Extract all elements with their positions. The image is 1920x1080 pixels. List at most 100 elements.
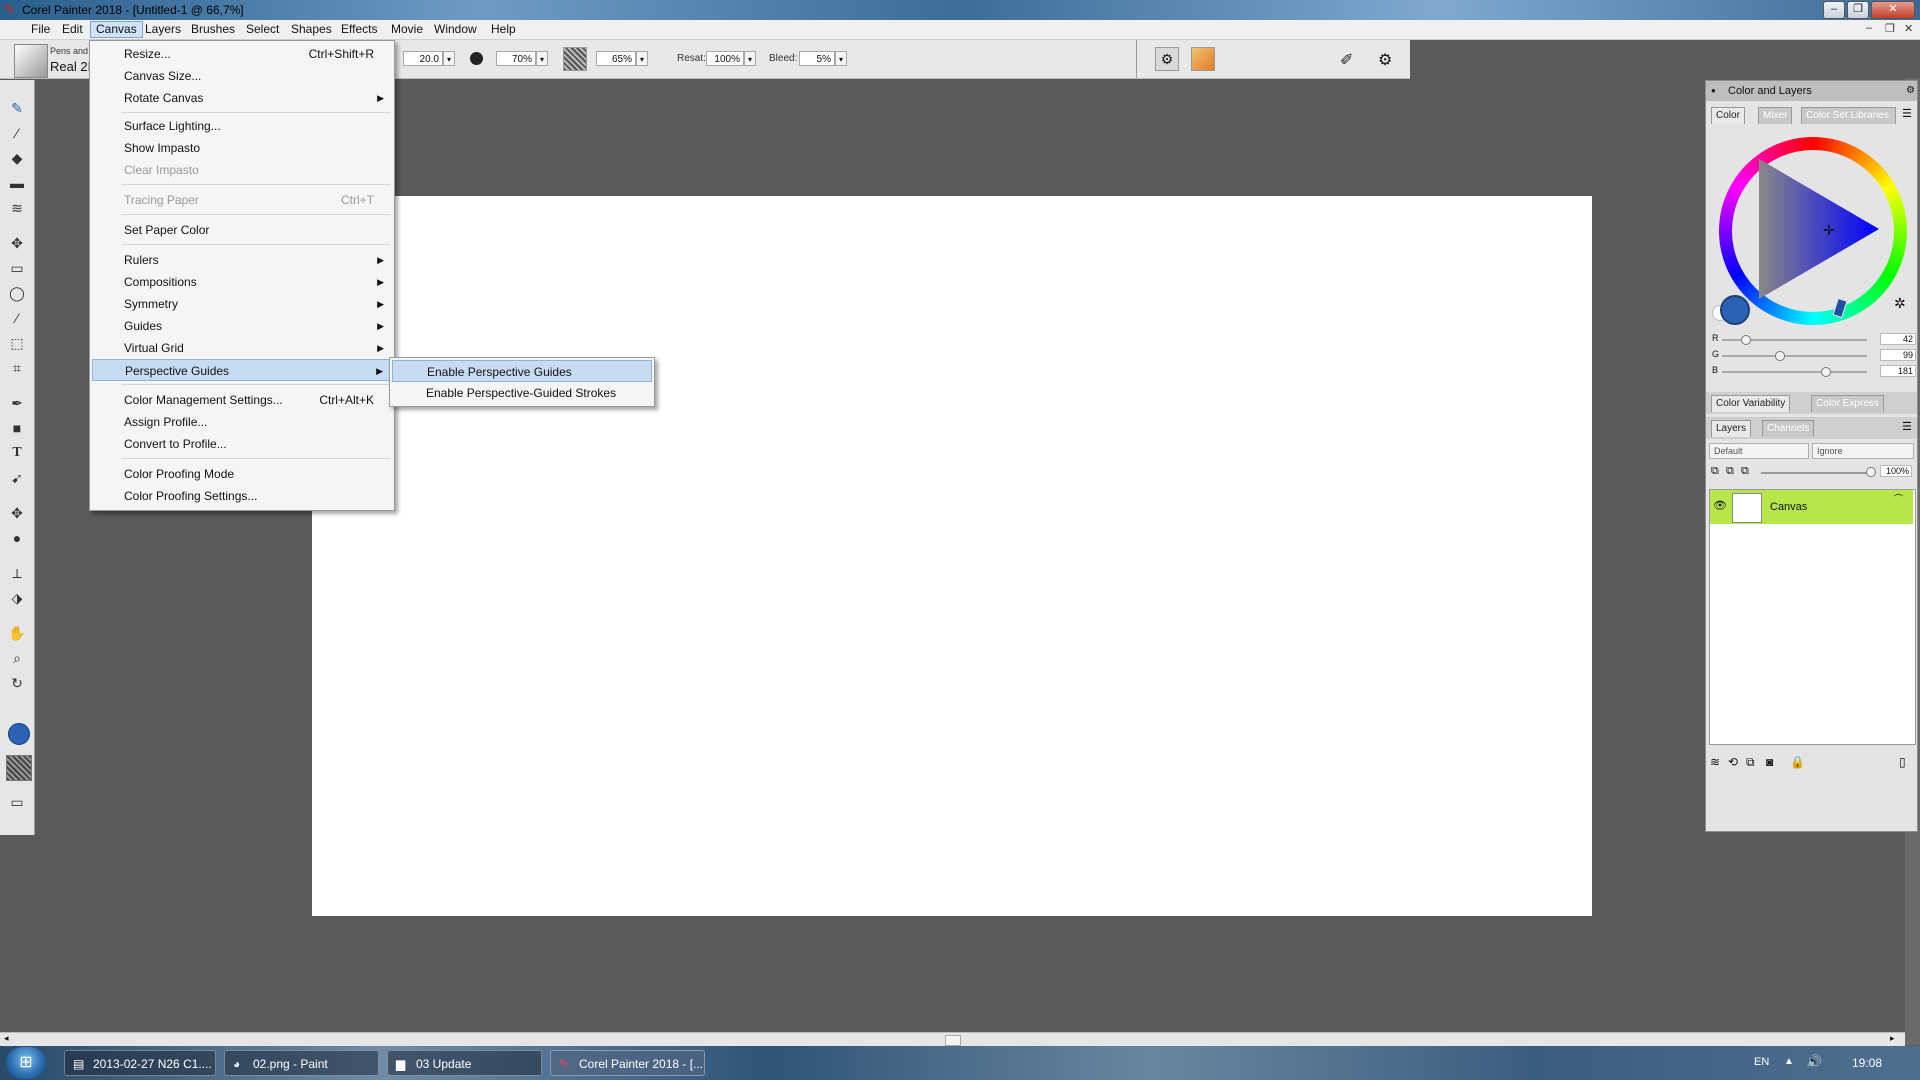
pen-tool-icon[interactable]: ✒ <box>6 393 28 413</box>
horizontal-scroll-thumb[interactable] <box>945 1035 961 1046</box>
menu-canvas[interactable]: Canvas <box>90 21 143 38</box>
screen-mode-icon[interactable]: ▭ <box>6 792 28 812</box>
tab-channels[interactable]: Channels <box>1762 420 1815 437</box>
lasso-tool-icon[interactable]: ◯ <box>6 283 28 303</box>
brush-tool-icon[interactable]: ✎ <box>6 98 28 118</box>
menu-item-convert-to-profile[interactable]: Convert to Profile... <box>92 433 392 455</box>
layer-mask-icon[interactable]: ◙ <box>1766 755 1773 769</box>
layer-link-icon[interactable]: ⟲ <box>1728 755 1738 769</box>
menu-item-assign-profile[interactable]: Assign Profile... <box>92 411 392 433</box>
size-field[interactable]: 20.0 <box>403 51 443 66</box>
start-button[interactable]: ⊞ <box>6 1047 46 1079</box>
color-mode-icon[interactable] <box>1191 47 1215 71</box>
composite-method-select[interactable]: Default <box>1709 443 1809 459</box>
rotate-page-tool-icon[interactable]: ↻ <box>6 673 28 693</box>
lock-layer-icon[interactable]: 🔒 <box>1790 755 1805 769</box>
menu-item-canvas-size[interactable]: Canvas Size... <box>92 65 392 87</box>
slider-green[interactable]: G 99 <box>1712 349 1916 363</box>
slider-red-knob[interactable] <box>1741 335 1752 345</box>
menu-edit[interactable]: Edit <box>57 22 88 37</box>
menu-brushes[interactable]: Brushes <box>186 22 240 37</box>
text-tool-icon[interactable]: T <box>6 443 28 463</box>
magic-wand-tool-icon[interactable]: ⁄ <box>6 308 28 328</box>
menu-window[interactable]: Window <box>429 22 482 37</box>
maximize-button[interactable]: ❐ <box>1847 1 1869 19</box>
grain-field[interactable]: 65% <box>596 51 636 66</box>
tab-color-set-libraries[interactable]: Color Set Libraries <box>1801 107 1896 124</box>
color-picker-icon[interactable]: ✲ <box>1894 295 1906 312</box>
taskbar-item-folder[interactable]: ▆ 03 Update <box>387 1050 542 1076</box>
layer-opacity-knob[interactable] <box>1866 467 1876 477</box>
menu-item-resize[interactable]: Resize... Ctrl+Shift+R <box>92 43 392 65</box>
menu-select[interactable]: Select <box>241 22 284 37</box>
panel-collapse-icon[interactable]: ● <box>1711 81 1716 101</box>
panel-options-icon[interactable]: ⚙ <box>1906 81 1915 101</box>
delete-layer-icon[interactable]: ▯ <box>1899 755 1906 769</box>
bleed-dropdown-icon[interactable]: ▾ <box>835 51 847 66</box>
menu-layers[interactable]: Layers <box>140 22 186 37</box>
lock-transparency-icon[interactable]: ⧉ <box>1711 465 1719 478</box>
menu-item-color-proofing-settings[interactable]: Color Proofing Settings... <box>92 485 392 507</box>
menu-item-set-paper-color[interactable]: Set Paper Color <box>92 219 392 241</box>
current-color-swatch[interactable] <box>1720 295 1750 325</box>
paper-selector-icon[interactable] <box>6 755 32 781</box>
menu-item-color-management-settings[interactable]: Color Management Settings... Ctrl+Alt+K <box>92 389 392 411</box>
transform-tool-icon[interactable]: ⬚ <box>6 333 28 353</box>
slider-green-knob[interactable] <box>1774 351 1785 361</box>
menu-shapes[interactable]: Shapes <box>286 22 337 37</box>
scroll-left-icon[interactable]: ◂ <box>4 1033 9 1044</box>
menu-item-perspective-guides[interactable]: Perspective Guides ▶ <box>92 359 392 381</box>
layer-visibility-eye-icon[interactable]: 👁 <box>1713 499 1727 512</box>
blue-value-field[interactable]: 181 <box>1880 365 1916 377</box>
taskbar-item-document[interactable]: ▤ 2013-02-27 N26 C1.... <box>64 1050 216 1076</box>
main-color-swatch[interactable] <box>8 723 30 745</box>
dropper-tool-icon[interactable]: ⁄ <box>6 123 28 143</box>
brush-tracking-icon[interactable]: ⚙ <box>1155 47 1179 71</box>
brush-options-icon[interactable]: ✐ <box>1340 50 1353 70</box>
doc-minimize-icon[interactable]: – <box>1866 22 1872 34</box>
menu-item-enable-perspective-guides[interactable]: Enable Perspective Guides <box>392 360 652 382</box>
bleed-field[interactable]: 5% <box>799 51 835 66</box>
mirror-tool-icon[interactable]: ⟂ <box>6 563 28 583</box>
green-value-field[interactable]: 99 <box>1880 349 1916 361</box>
tab-mixer[interactable]: Mixer <box>1758 107 1793 124</box>
settings-gear-icon[interactable]: ⚙ <box>1378 50 1392 70</box>
layers-menu-icon[interactable]: ☰ <box>1902 420 1912 433</box>
shape-selection-tool-icon[interactable]: ➹ <box>6 468 28 488</box>
opacity-field[interactable]: 70% <box>496 51 536 66</box>
layer-opacity-track[interactable] <box>1761 472 1871 474</box>
close-button[interactable]: ✕ <box>1871 1 1915 19</box>
layer-adjuster-tool-icon[interactable]: ✥ <box>6 233 28 253</box>
minimize-button[interactable]: – <box>1823 1 1845 19</box>
group-layers-icon[interactable]: ⧉ <box>1741 465 1749 478</box>
menu-item-color-proofing-mode[interactable]: Color Proofing Mode <box>92 463 392 485</box>
menu-item-guides[interactable]: Guides ▶ <box>92 315 392 337</box>
menu-file[interactable]: File <box>26 22 55 37</box>
preserve-transparency-select[interactable]: Ignore <box>1812 443 1914 459</box>
perspective-tool-icon[interactable]: ⬗ <box>6 588 28 608</box>
paint-bucket-tool-icon[interactable]: ◆ <box>6 148 28 168</box>
taskbar-item-paint[interactable]: ◕ 02.png - Paint <box>224 1050 379 1076</box>
horizontal-scrollbar[interactable]: ◂ ▸ <box>0 1032 1905 1046</box>
grabber-tool-icon[interactable]: ✋ <box>6 623 28 643</box>
paper-texture-icon[interactable] <box>563 47 587 71</box>
dodge-tool-icon[interactable]: ● <box>6 528 28 548</box>
size-dropdown-icon[interactable]: ▾ <box>443 51 455 66</box>
rectangle-shape-tool-icon[interactable]: ■ <box>6 418 28 438</box>
show-hidden-icons-icon[interactable]: ▲ <box>1784 1056 1794 1067</box>
menu-item-enable-perspective-guided-strokes[interactable]: Enable Perspective-Guided Strokes <box>392 382 652 404</box>
scroll-right-icon[interactable]: ▸ <box>1890 1033 1895 1044</box>
grain-dropdown-icon[interactable]: ▾ <box>636 51 648 66</box>
language-indicator[interactable]: EN <box>1754 1056 1769 1068</box>
tab-menu-icon[interactable]: ☰ <box>1902 107 1912 120</box>
tab-color[interactable]: Color <box>1711 107 1745 124</box>
menu-item-compositions[interactable]: Compositions ▶ <box>92 271 392 293</box>
tab-color-variability[interactable]: Color Variability <box>1711 395 1791 412</box>
slider-red[interactable]: R 42 <box>1712 333 1916 347</box>
taskbar-item-corel-painter[interactable]: ✎ Corel Painter 2018 - [... <box>550 1050 705 1076</box>
menu-item-rotate-canvas[interactable]: Rotate Canvas ▶ <box>92 87 392 109</box>
menu-movie[interactable]: Movie <box>386 22 428 37</box>
crop-tool-icon[interactable]: ⌗ <box>6 358 28 378</box>
menu-item-virtual-grid[interactable]: Virtual Grid ▶ <box>92 337 392 359</box>
magnifier-tool-icon[interactable]: ⌕ <box>6 648 28 668</box>
